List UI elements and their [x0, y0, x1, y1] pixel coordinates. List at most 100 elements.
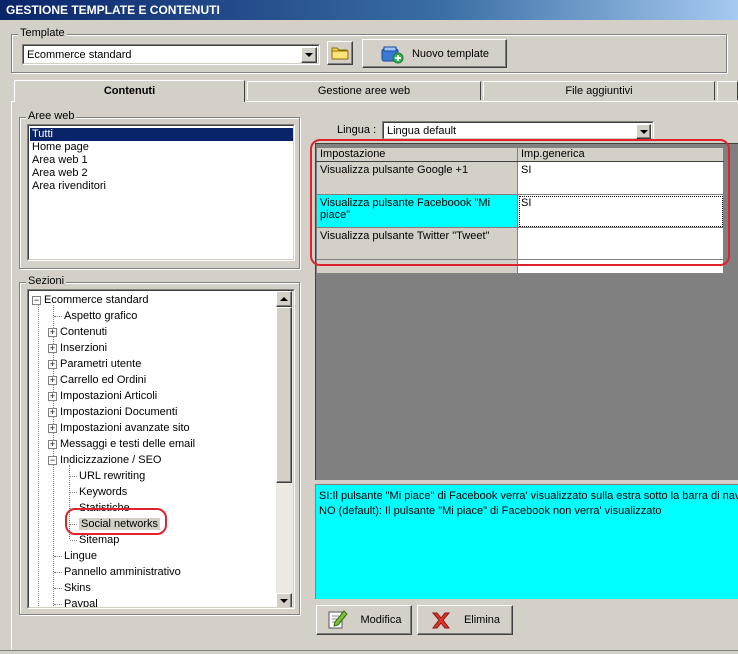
- expand-icon[interactable]: +: [48, 343, 57, 353]
- delete-x-icon: [431, 612, 451, 629]
- tree-connector: [54, 571, 62, 573]
- lingua-select-value: Lingua default: [387, 125, 457, 137]
- collapse-icon[interactable]: −: [32, 295, 41, 305]
- lingua-select[interactable]: Lingua default: [382, 121, 654, 140]
- edit-icon: [328, 610, 348, 629]
- tree-item[interactable]: + Contenuti: [48, 324, 107, 340]
- annotation-highlight-grid: [310, 139, 730, 266]
- new-template-icon: [381, 46, 404, 63]
- tree-connector: [70, 475, 77, 477]
- expand-icon[interactable]: +: [48, 327, 57, 337]
- sezioni-tree[interactable]: − Ecommerce standard Aspetto grafico + Con…: [27, 289, 295, 609]
- chevron-down-icon: [305, 53, 313, 57]
- tree-item[interactable]: + Impostazioni avanzate sito: [48, 420, 190, 436]
- tree-item-label: Paypal: [64, 598, 98, 608]
- tree-item-label: Impostazioni Documenti: [60, 406, 178, 418]
- expand-icon[interactable]: +: [48, 359, 57, 369]
- tree-item[interactable]: + Impostazioni Documenti: [48, 404, 177, 420]
- tree-item[interactable]: Lingue: [54, 548, 97, 564]
- new-template-button[interactable]: Nuovo template: [362, 39, 507, 68]
- tree-item-label: Contenuti: [60, 326, 108, 338]
- sezioni-legend: Sezioni: [26, 275, 67, 287]
- elimina-label: Elimina: [463, 614, 501, 626]
- lingua-dropdown-button[interactable]: [636, 124, 651, 139]
- tab-more[interactable]: [717, 81, 738, 100]
- collapse-icon[interactable]: −: [48, 455, 57, 465]
- tab-file-aggiuntivi-label: File aggiuntivi: [565, 85, 633, 97]
- tree-item-label: Carrello ed Ordini: [60, 374, 147, 386]
- tree-child-label: Keywords: [79, 486, 128, 498]
- list-item-aree-web[interactable]: Area web 2: [30, 167, 293, 180]
- tree-item[interactable]: + Impostazioni Articoli: [48, 388, 157, 404]
- tree-item-label: Messaggi e testi delle email: [60, 438, 196, 450]
- modifica-button[interactable]: Modifica: [316, 605, 412, 635]
- tree-item-label: Impostazioni avanzate sito: [60, 422, 190, 434]
- expand-icon[interactable]: +: [48, 407, 57, 417]
- scroll-up-button[interactable]: [276, 291, 292, 307]
- tree-child-label: Sitemap: [79, 534, 120, 546]
- window-bottom-edge: [0, 650, 738, 654]
- elimina-button[interactable]: Elimina: [417, 605, 513, 635]
- tree-connector: [70, 539, 77, 541]
- expand-icon[interactable]: +: [48, 423, 57, 433]
- lingua-label: Lingua :: [337, 124, 377, 136]
- list-item-aree-web[interactable]: Area rivenditori: [30, 180, 293, 193]
- window-title: GESTIONE TEMPLATE E CONTENUTI: [0, 0, 738, 20]
- tree-child[interactable]: Keywords: [70, 484, 127, 500]
- template-select-value: Ecommerce standard: [27, 49, 132, 61]
- description-panel: SI:Il pulsante "Mi piace" di Facebook ve…: [315, 484, 738, 599]
- tree-item[interactable]: + Inserzioni: [48, 340, 107, 356]
- tab-contenuti-label: Contenuti: [103, 85, 156, 97]
- tab-gestione-aree-web-label: Gestione aree web: [317, 85, 411, 97]
- expand-icon[interactable]: +: [48, 391, 57, 401]
- tab-gestione-aree-web[interactable]: Gestione aree web: [247, 81, 481, 100]
- new-template-label: Nuovo template: [411, 47, 490, 60]
- tree-connector: [54, 587, 62, 589]
- aree-web-listbox[interactable]: Tutti Home page Area web 1 Area web 2 Ar…: [27, 124, 295, 261]
- arrow-down-icon: [280, 599, 288, 603]
- tree-item[interactable]: + Parametri utente: [48, 356, 141, 372]
- annotation-highlight: [65, 508, 167, 535]
- tree-guide-line: [38, 305, 39, 607]
- scroll-thumb[interactable]: [276, 307, 292, 483]
- tree-connector: [54, 555, 62, 557]
- list-item-aree-web[interactable]: Tutti: [30, 128, 293, 141]
- tree-item-label: Inserzioni: [60, 342, 108, 354]
- folder-icon: [331, 47, 349, 60]
- scroll-down-button[interactable]: [276, 593, 292, 607]
- tree-item-label: Parametri utente: [60, 358, 142, 370]
- tree-item-label: Impostazioni Articoli: [60, 390, 158, 402]
- tree-item[interactable]: Aspetto grafico: [54, 308, 137, 324]
- template-legend: Template: [18, 27, 67, 39]
- tree-item-label: Pannello amministrativo: [64, 566, 181, 578]
- tree-child[interactable]: URL rewriting: [70, 468, 145, 484]
- tab-file-aggiuntivi[interactable]: File aggiuntivi: [483, 81, 715, 100]
- tree-connector: [70, 491, 77, 493]
- sezioni-scrollbar[interactable]: [276, 291, 293, 607]
- aree-web-legend: Aree web: [26, 110, 77, 122]
- chevron-down-icon: [639, 129, 648, 134]
- tree-item[interactable]: + Carrello ed Ordini: [48, 372, 146, 388]
- description-line: NO (default): Il pulsante "Mi piace" di …: [319, 505, 662, 517]
- tree-connector: [54, 603, 62, 605]
- arrow-up-icon: [280, 297, 288, 301]
- tree-item[interactable]: Paypal: [54, 596, 98, 608]
- open-folder-button[interactable]: [327, 41, 353, 65]
- tree-root[interactable]: − Ecommerce standard: [32, 292, 149, 308]
- template-dropdown-button[interactable]: [301, 47, 317, 63]
- tree-item-label: Skins: [64, 582, 91, 594]
- tree-item-label: Lingue: [64, 550, 98, 562]
- tree-child-label: URL rewriting: [79, 470, 146, 482]
- template-select[interactable]: Ecommerce standard: [22, 44, 320, 65]
- tab-contenuti[interactable]: Contenuti: [14, 80, 245, 102]
- tree-item[interactable]: − Indicizzazione / SEO: [48, 452, 162, 468]
- expand-icon[interactable]: +: [48, 439, 57, 449]
- tree-item[interactable]: + Messaggi e testi delle email: [48, 436, 195, 452]
- tree-item[interactable]: Pannello amministrativo: [54, 564, 181, 580]
- list-item-aree-web[interactable]: Home page: [30, 141, 293, 154]
- tree-item[interactable]: Skins: [54, 580, 91, 596]
- tree-item-label: Aspetto grafico: [64, 310, 138, 322]
- tree-root-label: Ecommerce standard: [44, 294, 149, 306]
- list-item-aree-web[interactable]: Area web 1: [30, 154, 293, 167]
- expand-icon[interactable]: +: [48, 375, 57, 385]
